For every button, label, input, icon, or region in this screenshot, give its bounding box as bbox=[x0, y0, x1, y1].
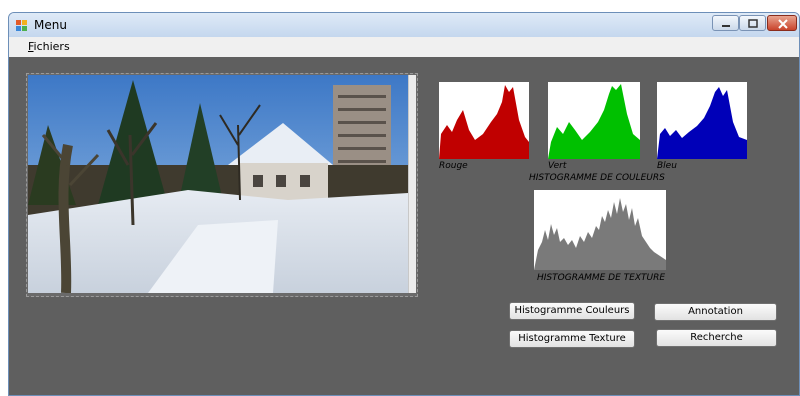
annotation-button[interactable]: Annotation bbox=[654, 303, 777, 321]
main-window: Menu Fichiers Rouge Vert Bleu HISTOGRAMM… bbox=[8, 12, 800, 396]
texture-histogram bbox=[534, 190, 666, 270]
photo-scrollbar[interactable] bbox=[408, 75, 416, 293]
green-label: Vert bbox=[548, 161, 567, 171]
blue-histogram-chart bbox=[657, 82, 747, 159]
red-label: Rouge bbox=[439, 161, 468, 171]
minimize-icon bbox=[722, 25, 730, 27]
minimize-button[interactable] bbox=[712, 15, 739, 31]
colors-histogram-title: HISTOGRAMME DE COULEURS bbox=[529, 173, 665, 183]
histogram-colors-button[interactable]: Histogramme Couleurs bbox=[509, 302, 635, 320]
close-button[interactable] bbox=[767, 15, 797, 31]
close-icon bbox=[778, 19, 788, 29]
app-icon bbox=[16, 20, 27, 31]
blue-histogram bbox=[657, 82, 747, 159]
search-button[interactable]: Recherche bbox=[656, 329, 777, 347]
menu-fichiers[interactable]: Fichiers bbox=[28, 40, 70, 53]
texture-histogram-chart bbox=[534, 190, 666, 270]
menu-label: ichiers bbox=[33, 40, 70, 53]
blue-label: Bleu bbox=[657, 161, 677, 171]
green-histogram-chart bbox=[548, 82, 640, 159]
window-title: Menu bbox=[34, 18, 67, 32]
landscape-photo bbox=[28, 75, 408, 293]
green-histogram bbox=[548, 82, 640, 159]
picture-box bbox=[26, 73, 418, 297]
maximize-button[interactable] bbox=[739, 15, 766, 31]
maximize-icon bbox=[748, 19, 758, 28]
red-histogram bbox=[439, 82, 529, 159]
client-area: Rouge Vert Bleu HISTOGRAMME DE COULEURS … bbox=[9, 57, 799, 395]
title-bar: Menu bbox=[9, 13, 799, 37]
texture-histogram-title: HISTOGRAMME DE TEXTURE bbox=[537, 273, 666, 283]
menu-bar: Fichiers bbox=[9, 37, 799, 57]
red-histogram-chart bbox=[439, 82, 529, 159]
histogram-texture-button[interactable]: Histogramme Texture bbox=[509, 330, 635, 348]
